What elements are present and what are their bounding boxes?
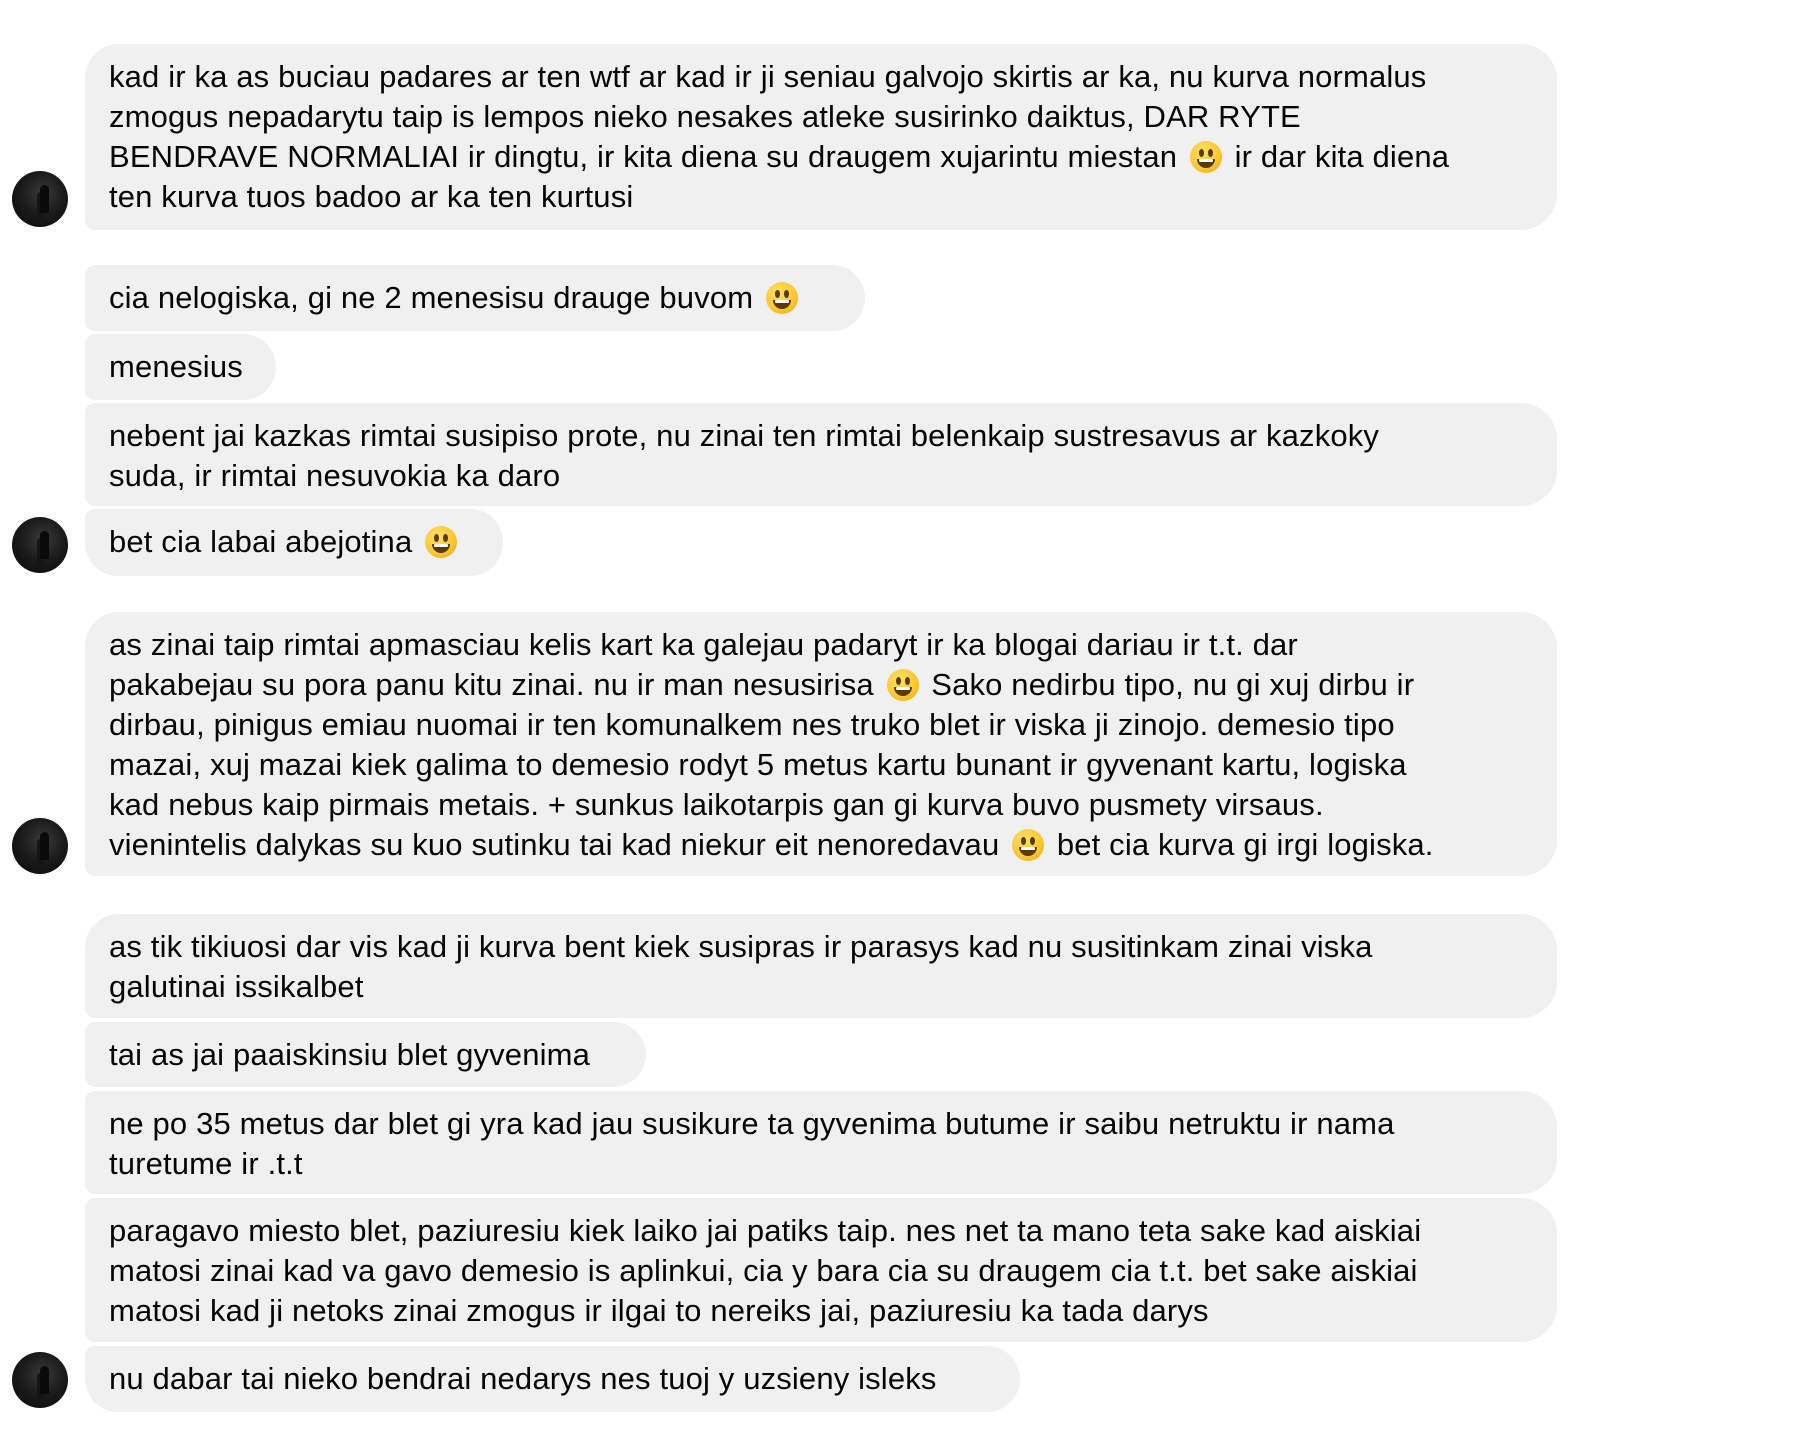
message-text: suda, ir rimtai nesuvokia ka daro (109, 458, 561, 493)
grinning-face-emoji (425, 526, 458, 558)
message-line: BENDRAVE NORMALIAI ir dingtu, ir kita di… (109, 137, 1533, 177)
avatar-figure (40, 531, 49, 559)
avatar[interactable] (12, 818, 68, 874)
message-line: kad ir ka as buciau padares ar ten wtf a… (109, 57, 1533, 97)
message-line: as tik tikiuosi dar vis kad ji kurva ben… (109, 927, 1533, 967)
message-line: suda, ir rimtai nesuvokia ka daro (109, 456, 1533, 496)
message-bubble[interactable]: ne po 35 metus dar blet gi yra kad jau s… (85, 1091, 1557, 1194)
message-text: bet cia labai abejotina (109, 524, 422, 559)
message-line: pakabejau su pora panu kitu zinai. nu ir… (109, 665, 1533, 705)
message-bubble[interactable]: tai as jai paaiskinsiu blet gyvenima (85, 1022, 646, 1087)
avatar[interactable] (12, 517, 68, 573)
grinning-face-emoji (765, 282, 798, 314)
message-bubble[interactable]: paragavo miesto blet, paziuresiu kiek la… (85, 1198, 1557, 1342)
message-text: matosi kad ji netoks zinai zmogus ir ilg… (109, 1293, 1209, 1328)
message-line: kad nebus kaip pirmais metais. + sunkus … (109, 785, 1533, 825)
message-line: galutinai issikalbet (109, 967, 1533, 1007)
message-bubble[interactable]: nu dabar tai nieko bendrai nedarys nes t… (85, 1346, 1020, 1412)
message-line: dirbau, pinigus emiau nuomai ir ten komu… (109, 705, 1533, 745)
message-text: menesius (109, 349, 243, 384)
message-line: paragavo miesto blet, paziuresiu kiek la… (109, 1211, 1533, 1251)
message-bubble[interactable]: cia nelogiska, gi ne 2 menesisu drauge b… (85, 265, 865, 331)
message-line: ten kurva tuos badoo ar ka ten kurtusi (109, 177, 1533, 217)
message-text: pakabejau su pora panu kitu zinai. nu ir… (109, 667, 883, 702)
message-text: kad nebus kaip pirmais metais. + sunkus … (109, 787, 1324, 822)
message-text: BENDRAVE NORMALIAI ir dingtu, ir kita di… (109, 139, 1186, 174)
message-text: as zinai taip rimtai apmasciau kelis kar… (109, 627, 1298, 662)
message-line: tai as jai paaiskinsiu blet gyvenima (109, 1035, 622, 1075)
message-line: turetume ir .t.t (109, 1144, 1533, 1184)
message-line: zmogus nepadarytu taip is lempos nieko n… (109, 97, 1533, 137)
message-text: mazai, xuj mazai kiek galima to demesio … (109, 747, 1407, 782)
message-text: ne po 35 metus dar blet gi yra kad jau s… (109, 1106, 1395, 1141)
message-text: vienintelis dalykas su kuo sutinku tai k… (109, 827, 1009, 862)
message-text: ten kurva tuos badoo ar ka ten kurtusi (109, 179, 634, 214)
message-text: zmogus nepadarytu taip is lempos nieko n… (109, 99, 1301, 134)
message-line: as zinai taip rimtai apmasciau kelis kar… (109, 625, 1533, 665)
avatar-figure (40, 832, 49, 860)
message-text: as tik tikiuosi dar vis kad ji kurva ben… (109, 929, 1373, 964)
message-text: matosi zinai kad va gavo demesio is apli… (109, 1253, 1418, 1288)
message-text: galutinai issikalbet (109, 969, 364, 1004)
message-text: kad ir ka as buciau padares ar ten wtf a… (109, 59, 1427, 94)
grinning-face-emoji (1012, 829, 1045, 861)
message-line: ne po 35 metus dar blet gi yra kad jau s… (109, 1104, 1533, 1144)
message-bubble[interactable]: as tik tikiuosi dar vis kad ji kurva ben… (85, 914, 1557, 1018)
grinning-face-emoji (886, 669, 919, 701)
message-line: vienintelis dalykas su kuo sutinku tai k… (109, 825, 1533, 865)
message-text: nu dabar tai nieko bendrai nedarys nes t… (109, 1361, 937, 1396)
message-text: nebent jai kazkas rimtai susipiso prote,… (109, 418, 1380, 453)
message-bubble[interactable]: menesius (85, 334, 276, 400)
message-line: mazai, xuj mazai kiek galima to demesio … (109, 745, 1533, 785)
message-line: nebent jai kazkas rimtai susipiso prote,… (109, 416, 1533, 456)
message-text: cia nelogiska, gi ne 2 menesisu drauge b… (109, 280, 762, 315)
message-bubble[interactable]: as zinai taip rimtai apmasciau kelis kar… (85, 612, 1557, 876)
message-text: Sako nedirbu tipo, nu gi xuj dirbu ir (922, 667, 1415, 702)
avatar[interactable] (12, 1352, 68, 1408)
message-line: bet cia labai abejotina (109, 522, 479, 562)
message-bubble[interactable]: nebent jai kazkas rimtai susipiso prote,… (85, 403, 1557, 506)
message-bubble[interactable]: kad ir ka as buciau padares ar ten wtf a… (85, 44, 1557, 230)
message-text: ir dar kita diena (1225, 139, 1450, 174)
message-thread: kad ir ka as buciau padares ar ten wtf a… (0, 0, 1802, 1438)
grinning-face-emoji (1189, 141, 1222, 173)
message-line: matosi kad ji netoks zinai zmogus ir ilg… (109, 1291, 1533, 1331)
message-text: tai as jai paaiskinsiu blet gyvenima (109, 1037, 590, 1072)
message-text: turetume ir .t.t (109, 1146, 303, 1181)
message-text: bet cia kurva gi irgi logiska. (1048, 827, 1434, 862)
message-line: menesius (109, 347, 252, 387)
message-line: matosi zinai kad va gavo demesio is apli… (109, 1251, 1533, 1291)
message-bubble[interactable]: bet cia labai abejotina (85, 509, 503, 576)
avatar-figure (40, 1366, 49, 1394)
avatar-figure (40, 185, 49, 213)
message-line: cia nelogiska, gi ne 2 menesisu drauge b… (109, 278, 841, 318)
message-text: dirbau, pinigus emiau nuomai ir ten komu… (109, 707, 1395, 742)
message-line: nu dabar tai nieko bendrai nedarys nes t… (109, 1359, 996, 1399)
message-text: paragavo miesto blet, paziuresiu kiek la… (109, 1213, 1422, 1248)
avatar[interactable] (12, 171, 68, 227)
